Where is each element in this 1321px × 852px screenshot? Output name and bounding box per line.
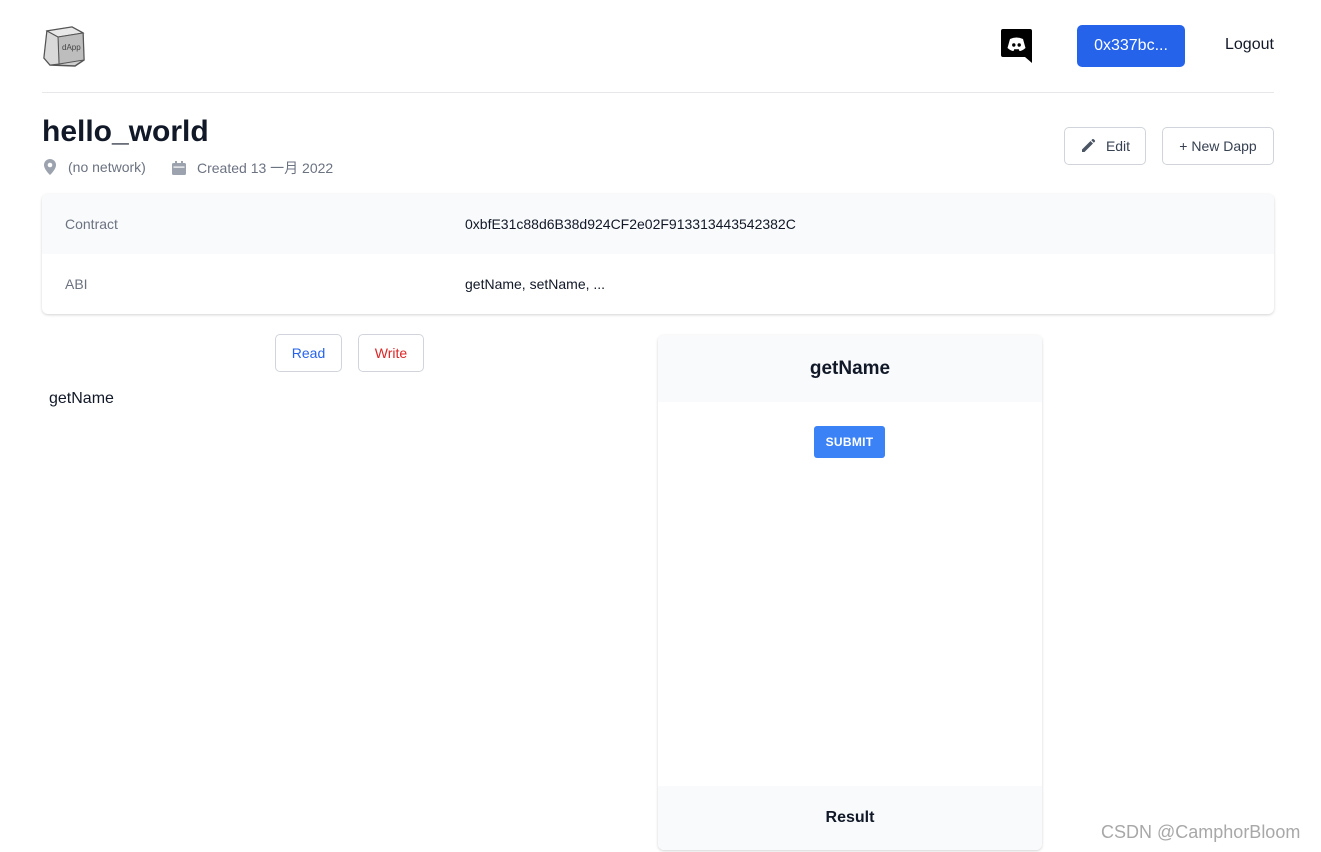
new-dapp-button[interactable]: + New Dapp <box>1162 127 1274 165</box>
location-pin-icon <box>44 159 56 175</box>
created-meta: Created 13 一月 2022 <box>171 158 333 178</box>
contract-info-card: Contract 0xbfE31c88d6B38d924CF2e02F91331… <box>42 194 1274 314</box>
network-text: (no network) <box>68 159 146 175</box>
svg-text:dApp: dApp <box>62 43 81 52</box>
pencil-icon <box>1081 138 1096 152</box>
contract-address: 0xbfE31c88d6B38d924CF2e02F91331344354238… <box>465 216 796 232</box>
dapp-logo-icon[interactable]: dApp <box>42 24 86 68</box>
abi-value: getName, setName, ... <box>465 276 606 292</box>
function-item-getname[interactable]: getName <box>49 390 114 408</box>
created-date: Created 13 一月 2022 <box>197 160 334 176</box>
discord-icon[interactable] <box>1001 29 1032 63</box>
wallet-account-button[interactable]: 0x337bc... <box>1077 25 1185 67</box>
write-tab-button[interactable]: Write <box>358 334 424 372</box>
edit-button[interactable]: Edit <box>1064 127 1146 165</box>
contract-row: Contract 0xbfE31c88d6B38d924CF2e02F91331… <box>42 194 1274 254</box>
page-title: hello_world <box>42 115 209 148</box>
top-navbar: dApp 0x337bc... Logout <box>42 0 1274 93</box>
function-panel: getName SUBMIT Result <box>658 335 1042 850</box>
abi-label: ABI <box>65 276 88 292</box>
watermark: CSDN @CamphorBloom <box>1101 822 1301 842</box>
edit-label: Edit <box>1105 138 1131 154</box>
submit-button[interactable]: SUBMIT <box>814 426 885 458</box>
contract-label: Contract <box>65 216 118 232</box>
logout-link[interactable]: Logout <box>1225 36 1274 54</box>
network-meta: (no network) <box>42 158 146 176</box>
function-panel-title: getName <box>658 335 1042 402</box>
calendar-icon <box>172 161 186 175</box>
read-tab-button[interactable]: Read <box>275 334 342 372</box>
abi-row: ABI getName, setName, ... <box>42 254 1274 314</box>
result-section: Result <box>658 786 1042 850</box>
